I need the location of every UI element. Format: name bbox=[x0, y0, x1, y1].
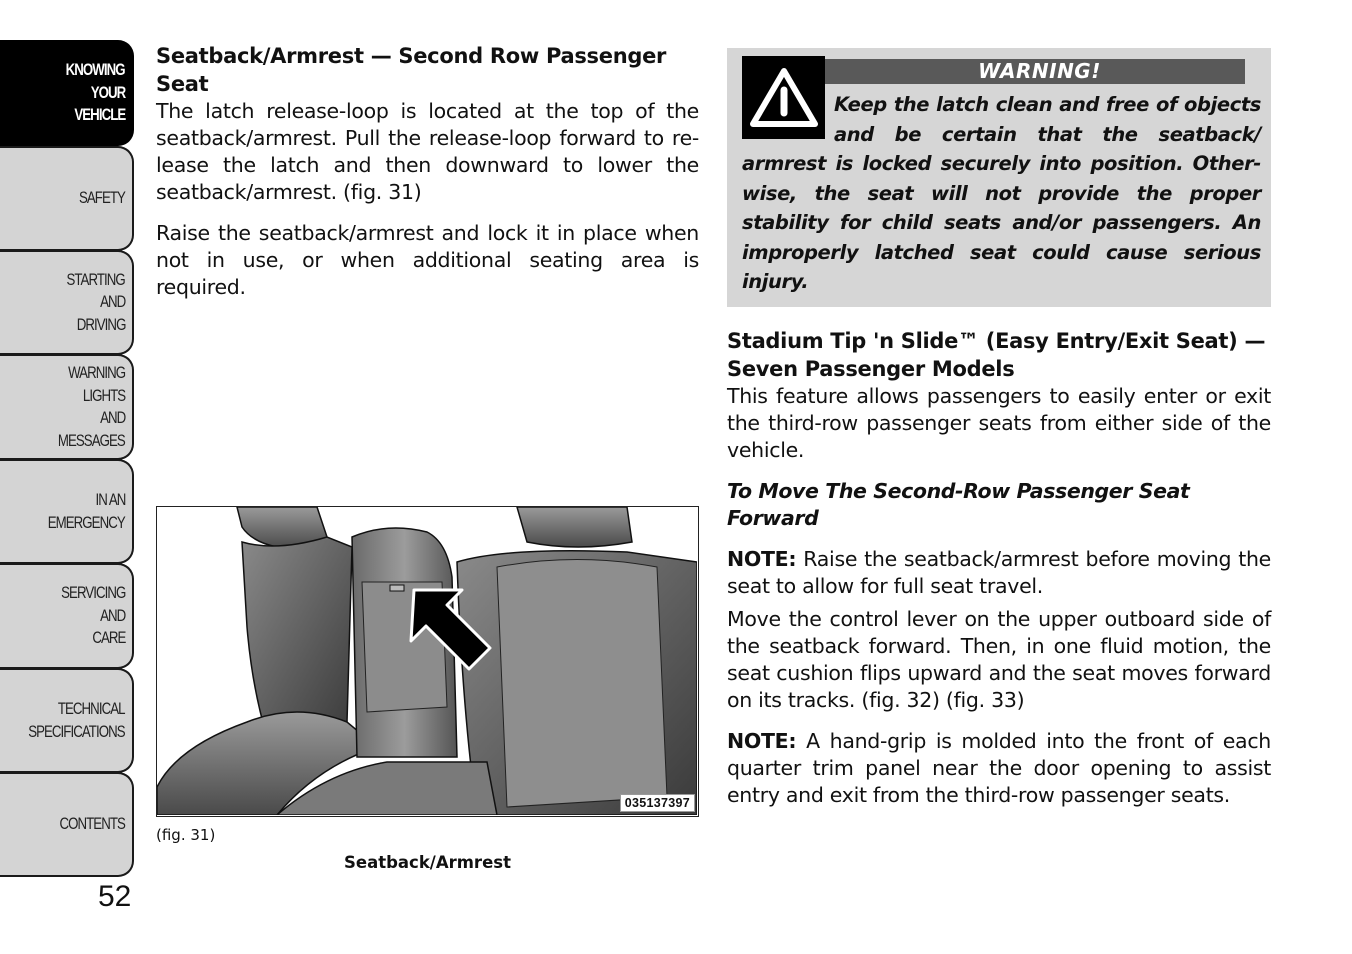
tab-label-line: SPECIFICATIONS bbox=[28, 721, 126, 741]
tab-contents[interactable]: CONTENTS bbox=[0, 772, 134, 877]
tab-warning-lights-and-messages[interactable]: WARNING LIGHTS AND MESSAGES bbox=[0, 354, 134, 460]
tab-label-line: IN AN bbox=[95, 490, 126, 509]
seat-illustration: 035137397 bbox=[156, 506, 699, 817]
right-seatback-panel bbox=[496, 559, 668, 808]
tab-label-line: CONTENTS bbox=[59, 814, 126, 834]
note-text: A hand-grip is molded into the front of … bbox=[727, 728, 1271, 807]
tab-technical-specifications[interactable]: TECHNICAL SPECIFICATIONS bbox=[0, 668, 134, 773]
tab-label-line: TECHNICAL bbox=[58, 699, 126, 718]
figure-code: 035137397 bbox=[619, 794, 695, 812]
tab-label-line: YOUR bbox=[90, 82, 126, 102]
figure-caption: Seatback/Armrest bbox=[344, 853, 511, 872]
figure-reference: (fig. 31) bbox=[156, 826, 216, 844]
body-paragraph: Move the control lever on the upper outb… bbox=[727, 606, 1271, 712]
right-headrest bbox=[516, 507, 633, 548]
tab-label-line: STARTING bbox=[66, 269, 126, 289]
note-label: NOTE: bbox=[727, 728, 797, 753]
tab-label-line: SERVICING bbox=[60, 583, 126, 603]
subheading: To Move The Second-Row Passenger Seat Fo… bbox=[727, 478, 1190, 530]
tab-label-line: LIGHTS bbox=[82, 385, 126, 405]
tab-servicing-and-care[interactable]: SERVICING AND CARE bbox=[0, 563, 134, 669]
page-number: 52 bbox=[98, 880, 132, 913]
tab-label-line: WARNING bbox=[67, 363, 126, 382]
tab-label-line: KNOWING bbox=[65, 60, 126, 80]
tab-label-line: DRIVING bbox=[76, 314, 126, 334]
note-text: Raise the seatback/armrest before moving… bbox=[727, 546, 1271, 598]
tab-label-line: AND bbox=[99, 292, 126, 312]
release-loop bbox=[389, 584, 405, 592]
left-seatback bbox=[241, 536, 353, 739]
tab-label-line: MESSAGES bbox=[58, 430, 126, 450]
tab-label-line: CARE bbox=[91, 628, 126, 648]
tab-knowing-your-vehicle[interactable]: KNOWING YOUR VEHICLE bbox=[0, 40, 134, 146]
body-paragraph: The latch release-loop is located at the… bbox=[156, 99, 699, 204]
tab-safety[interactable]: SAFETY bbox=[0, 146, 134, 251]
left-column: Seatback/Armrest — Second Row Passenger … bbox=[156, 42, 699, 301]
tab-starting-and-driving[interactable]: STARTING AND DRIVING bbox=[0, 250, 134, 355]
warning-triangle-icon bbox=[742, 56, 825, 139]
body-paragraph: This feature allows passengers to easily… bbox=[727, 383, 1271, 462]
section-heading: Seatback/Armrest — Second Row Passenger … bbox=[156, 44, 667, 96]
note-paragraph: NOTE: A hand-grip is molded into the fro… bbox=[727, 728, 1271, 809]
warning-box: WARNING! Keep the latch clean and free o… bbox=[727, 48, 1271, 307]
body-paragraph: Raise the seatback/armrest and lock it i… bbox=[156, 221, 699, 299]
note-label: NOTE: bbox=[727, 546, 797, 571]
tab-label-line: VEHICLE bbox=[74, 105, 126, 125]
tab-label-line: SAFETY bbox=[79, 188, 126, 208]
section-heading: Stadium Tip 'n Slide™ (Easy Entry/Exit S… bbox=[727, 328, 1266, 381]
right-column: WARNING! Keep the latch clean and free o… bbox=[727, 48, 1271, 809]
tab-label-line: AND bbox=[99, 408, 126, 427]
tab-label-line: EMERGENCY bbox=[47, 512, 126, 532]
tab-label-line: AND bbox=[99, 605, 126, 625]
tab-in-an-emergency[interactable]: IN AN EMERGENCY bbox=[0, 459, 134, 564]
note-paragraph: NOTE: Raise the seatback/armrest before … bbox=[727, 546, 1271, 600]
seat-drawing bbox=[157, 507, 698, 816]
